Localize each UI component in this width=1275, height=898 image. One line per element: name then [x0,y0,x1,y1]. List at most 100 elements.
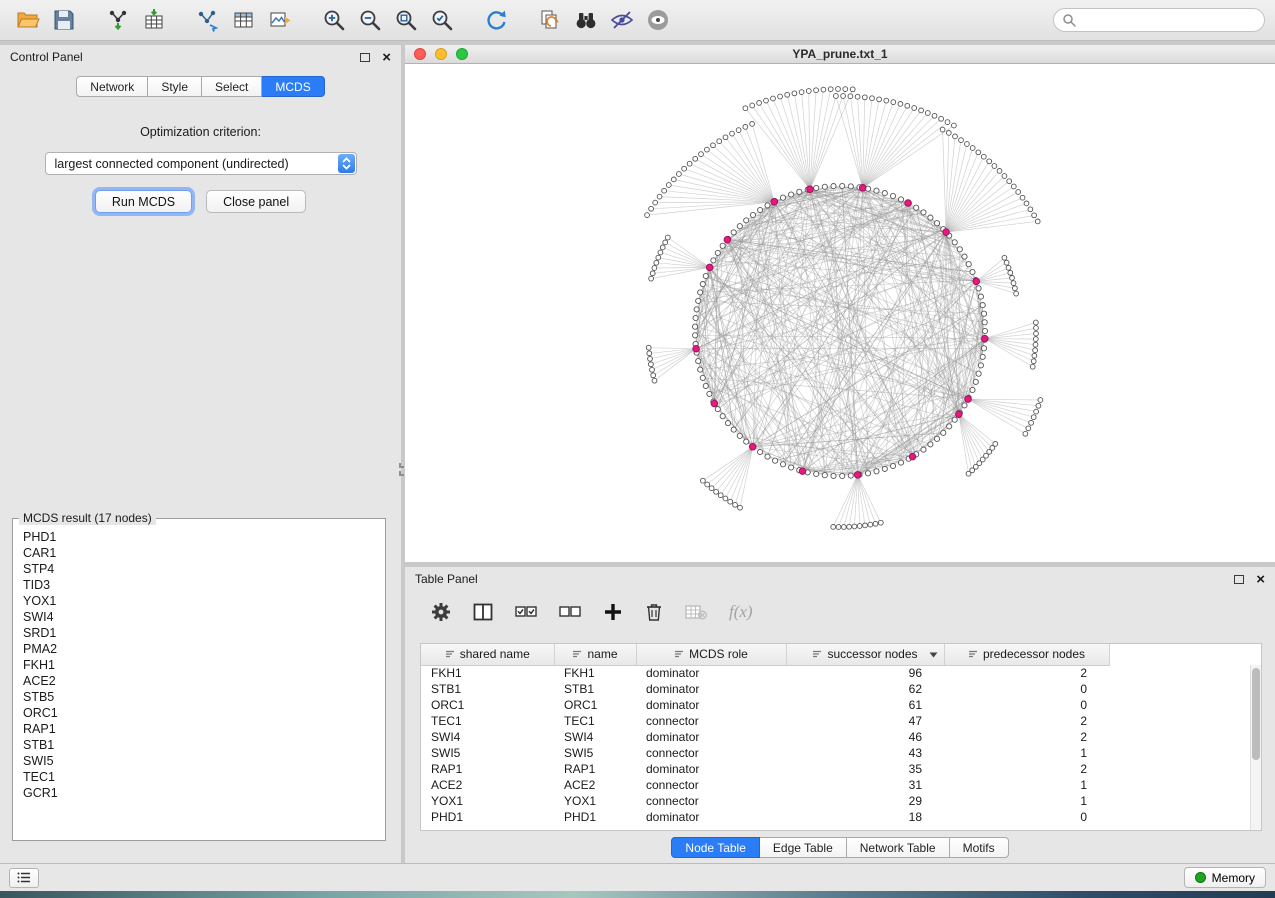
table-row[interactable]: ORC1ORC1dominator610 [421,697,1109,713]
table-cell[interactable]: RAP1 [554,761,636,777]
column-header-name[interactable]: name [554,644,636,665]
table-cell[interactable]: ORC1 [554,697,636,713]
save-session-button[interactable] [46,4,82,36]
memory-button[interactable]: Memory [1184,867,1266,888]
table-row[interactable]: STB1STB1dominator620 [421,681,1109,697]
table-cell[interactable]: 47 [786,713,944,729]
table-settings-button[interactable] [431,602,451,622]
table-cell[interactable]: 29 [786,793,944,809]
column-header-predecessor-nodes[interactable]: predecessor nodes [944,644,1109,665]
table-cell[interactable]: ACE2 [554,777,636,793]
show-all-button[interactable] [640,4,676,36]
table-cell[interactable]: STB1 [421,681,554,697]
panel-divider-grip[interactable] [398,456,405,482]
copy-network-button[interactable] [532,4,568,36]
table-cell[interactable]: SWI4 [554,729,636,745]
mcds-result-item[interactable]: RAP1 [18,721,380,737]
mcds-result-item[interactable]: STB1 [18,737,380,753]
mcds-result-item[interactable]: PHD1 [18,529,380,545]
table-vertical-scrollbar[interactable] [1250,665,1261,830]
tab-network-table[interactable]: Network Table [847,837,950,858]
apply-layout-button[interactable] [478,4,514,36]
table-cell[interactable]: RAP1 [421,761,554,777]
zoom-fit-button[interactable] [388,4,424,36]
minimize-window-button[interactable] [435,48,447,60]
mcds-result-item[interactable]: GCR1 [18,785,380,801]
function-builder-button[interactable]: f(x) [729,602,753,622]
table-cell[interactable]: dominator [636,809,786,825]
table-cell[interactable]: PHD1 [421,809,554,825]
import-network-button[interactable] [100,4,136,36]
table-cell[interactable]: SWI5 [554,745,636,761]
column-header-shared-name[interactable]: shared name [421,644,554,665]
table-cell[interactable]: 96 [786,665,944,681]
table-row[interactable]: FKH1FKH1dominator962 [421,665,1109,681]
table-cell[interactable]: SWI4 [421,729,554,745]
tab-network[interactable]: Network [76,76,148,97]
deselect-all-button[interactable] [559,604,581,620]
table-cell[interactable]: SWI5 [421,745,554,761]
table-row[interactable]: SWI4SWI4dominator462 [421,729,1109,745]
maximize-window-button[interactable] [456,48,468,60]
mcds-result-item[interactable]: STP4 [18,561,380,577]
scrollbar-thumb[interactable] [1252,668,1260,760]
zoom-in-button[interactable] [316,4,352,36]
table-cell[interactable]: dominator [636,681,786,697]
add-column-button[interactable] [603,602,623,622]
zoom-selected-button[interactable] [424,4,460,36]
table-cell[interactable]: 1 [944,777,1109,793]
table-cell[interactable]: 0 [944,697,1109,713]
mcds-result-item[interactable]: SRD1 [18,625,380,641]
close-mcds-panel-button[interactable]: Close panel [206,190,306,213]
table-cell[interactable]: FKH1 [421,665,554,681]
select-all-button[interactable] [515,604,537,620]
table-cell[interactable]: 2 [944,761,1109,777]
new-network-button[interactable] [190,4,226,36]
table-cell[interactable]: TEC1 [554,713,636,729]
table-cell[interactable]: connector [636,745,786,761]
task-history-button[interactable] [9,868,39,888]
table-cell[interactable]: connector [636,713,786,729]
table-cell[interactable]: 2 [944,729,1109,745]
mcds-result-item[interactable]: TEC1 [18,769,380,785]
tab-edge-table[interactable]: Edge Table [760,837,847,858]
close-panel-icon[interactable]: × [382,50,391,65]
mcds-result-item[interactable]: SWI5 [18,753,380,769]
table-row[interactable]: ACE2ACE2connector311 [421,777,1109,793]
hide-selected-button[interactable] [604,4,640,36]
table-cell[interactable]: 35 [786,761,944,777]
column-header-successor-nodes[interactable]: successor nodes [786,644,944,665]
delete-table-button[interactable] [685,604,707,620]
table-cell[interactable]: ORC1 [421,697,554,713]
import-table-button[interactable] [136,4,172,36]
table-cell[interactable]: 62 [786,681,944,697]
column-header-mcds-role[interactable]: MCDS role [636,644,786,665]
table-cell[interactable]: YOX1 [554,793,636,809]
table-row[interactable]: TEC1TEC1connector472 [421,713,1109,729]
mcds-result-item[interactable]: CAR1 [18,545,380,561]
table-cell[interactable]: 43 [786,745,944,761]
table-cell[interactable]: 2 [944,665,1109,681]
tab-node-table[interactable]: Node Table [671,837,760,858]
find-button[interactable] [568,4,604,36]
table-row[interactable]: YOX1YOX1connector291 [421,793,1109,809]
tab-style[interactable]: Style [148,76,202,97]
close-window-button[interactable] [414,48,426,60]
table-cell[interactable]: dominator [636,697,786,713]
table-cell[interactable]: dominator [636,761,786,777]
network-canvas[interactable] [405,64,1275,562]
table-cell[interactable]: 1 [944,745,1109,761]
table-cell[interactable]: PHD1 [554,809,636,825]
search-field[interactable] [1053,8,1265,32]
table-cell[interactable]: 1 [944,793,1109,809]
table-row[interactable]: RAP1RAP1dominator352 [421,761,1109,777]
mcds-result-item[interactable]: YOX1 [18,593,380,609]
float-panel-icon[interactable] [360,53,370,62]
tab-motifs[interactable]: Motifs [950,837,1009,858]
table-cell[interactable]: 2 [944,713,1109,729]
table-cell[interactable]: dominator [636,729,786,745]
mcds-result-item[interactable]: ACE2 [18,673,380,689]
table-row[interactable]: SWI5SWI5connector431 [421,745,1109,761]
table-row[interactable]: PHD1PHD1dominator180 [421,809,1109,825]
float-table-panel-icon[interactable] [1234,575,1244,584]
